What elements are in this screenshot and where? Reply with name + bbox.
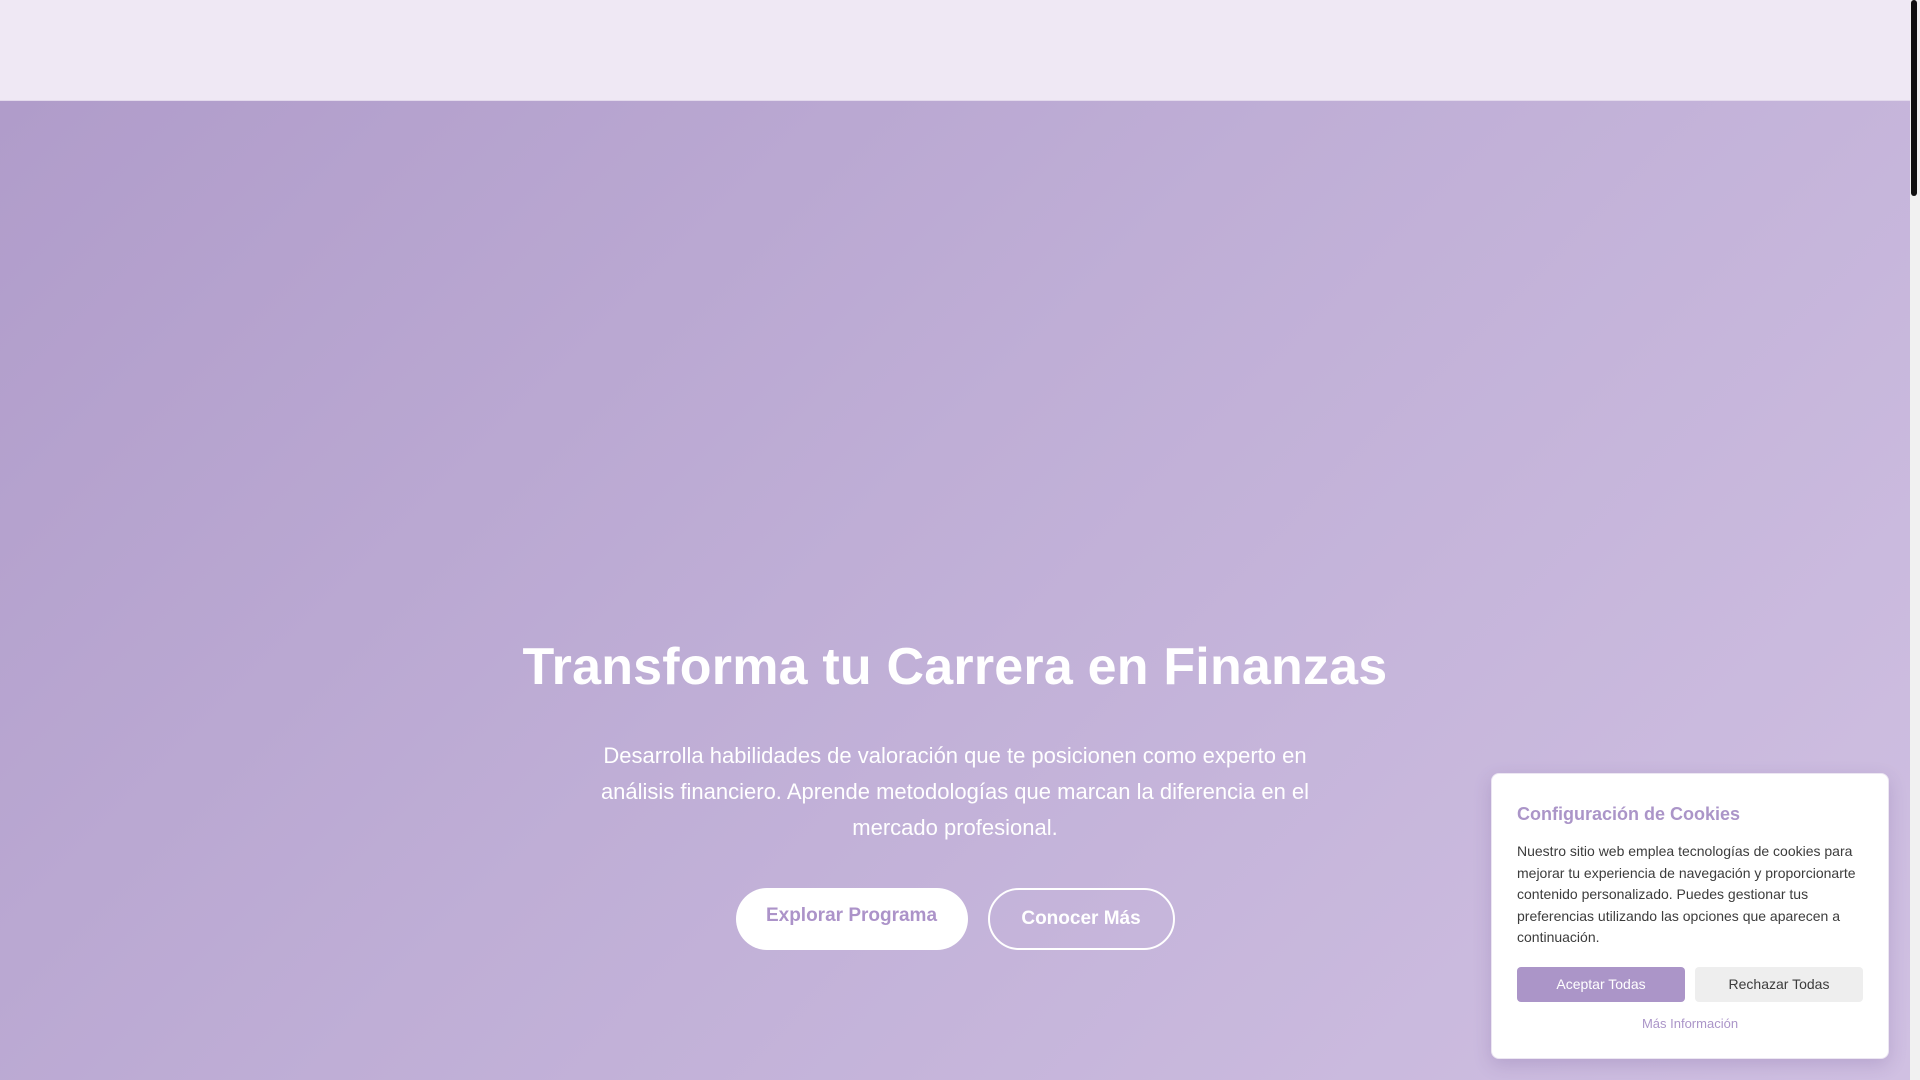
hero-actions: Explorar Programa Conocer Más [735, 888, 1175, 950]
hero-subtitle: Desarrolla habilidades de valoración que… [600, 743, 1310, 840]
explore-program-button[interactable]: Explorar Programa [735, 888, 968, 950]
reject-all-cookies-button[interactable]: Rechazar Todas [1695, 966, 1863, 1002]
hero-title: Transforma tu Carrera en Finanzas [522, 638, 1388, 696]
cookie-actions: Aceptar Todas Rechazar Todas [1517, 966, 1863, 1002]
cookie-consent-panel: Configuración de Cookies Nuestro sitio w… [1491, 773, 1889, 1059]
page-scrollbar[interactable] [1910, 0, 1920, 1080]
accept-all-cookies-button[interactable]: Aceptar Todas [1517, 966, 1685, 1002]
more-info-link[interactable]: Más Información [1517, 1016, 1863, 1031]
top-navigation-bar [0, 0, 1910, 101]
cookie-panel-title: Configuración de Cookies [1517, 804, 1741, 824]
learn-more-button[interactable]: Conocer Más [987, 888, 1175, 950]
cookie-panel-text: Nuestro sitio web emplea tecnologías de … [1517, 843, 1856, 945]
scrollbar-thumb[interactable] [1911, 0, 1917, 196]
